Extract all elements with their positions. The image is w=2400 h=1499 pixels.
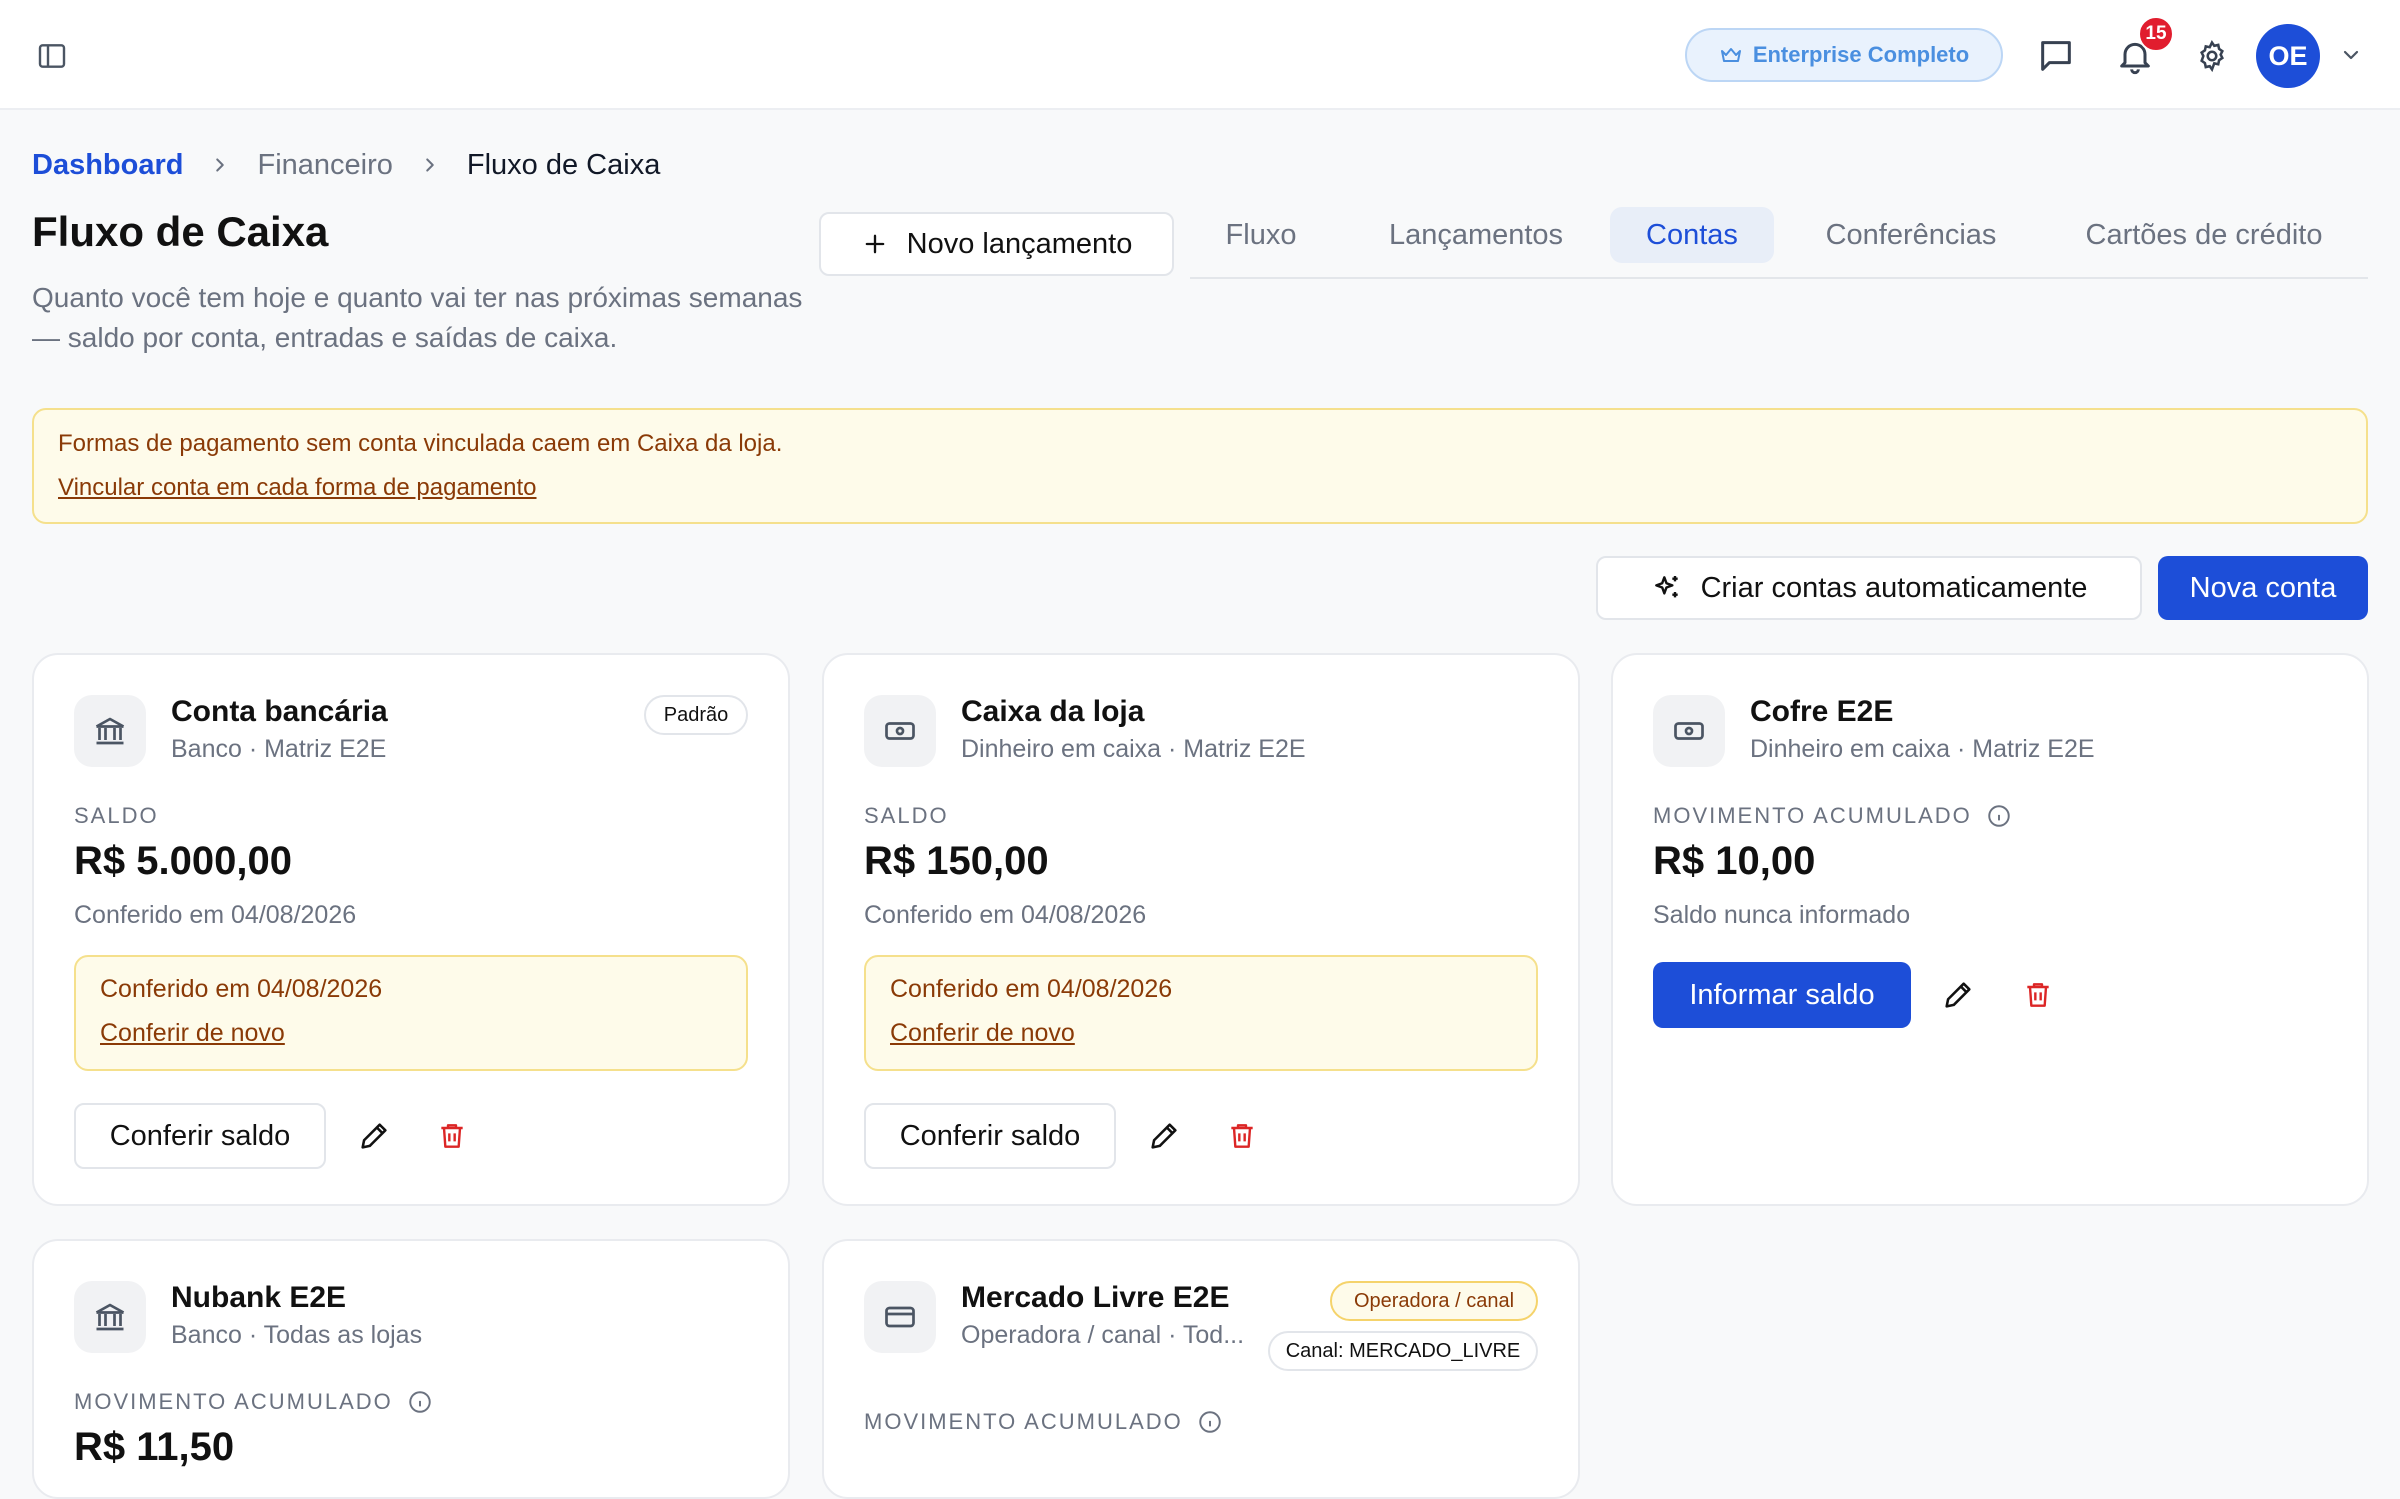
check-balance-button[interactable]: Conferir saldo: [864, 1103, 1116, 1169]
balance-amount: R$ 11,50: [74, 1425, 235, 1469]
breadcrumb-current: Fluxo de Caixa: [466, 148, 661, 181]
new-entry-label: Novo lançamento: [906, 227, 1133, 260]
plan-badge[interactable]: Enterprise Completo: [1685, 28, 2003, 82]
tab-conferencias[interactable]: Conferências: [1804, 207, 2018, 263]
confirmed-text: Conferido em 04/08/2026: [890, 975, 1173, 1003]
account-name: Caixa da loja: [961, 695, 1145, 728]
cash-icon: [1653, 695, 1725, 767]
tab-cartoes-de-credito[interactable]: Cartões de crédito: [2056, 207, 2352, 263]
balance-label: MOVIMENTO ACUMULADO: [864, 1409, 1223, 1435]
account-meta: Operadora / canal · Tod...: [961, 1321, 1245, 1349]
balance-label-text: MOVIMENTO ACUMULADO: [74, 1389, 393, 1414]
balance-amount: R$ 5.000,00: [74, 839, 292, 883]
plan-label: Enterprise Completo: [1752, 42, 1970, 67]
cash-icon: [864, 695, 936, 767]
recheck-link[interactable]: Conferir de novo: [100, 1019, 285, 1048]
bank-icon: [74, 1281, 146, 1353]
gear-icon[interactable]: [2192, 36, 2232, 76]
account-meta: Banco · Matriz E2E: [171, 735, 387, 763]
account-card-nubank-e2e: Nubank E2E Banco · Todas as lojas MOVIME…: [32, 1239, 790, 1499]
warning-alert: Formas de pagamento sem conta vinculada …: [32, 408, 2368, 524]
operator-badge: Operadora / canal: [1330, 1281, 1538, 1321]
account-card-cofre-e2e: Cofre E2E Dinheiro em caixa · Matriz E2E…: [1611, 653, 2369, 1206]
info-icon[interactable]: [1986, 803, 2012, 829]
default-badge: Padrão: [644, 695, 748, 735]
tab-bar: Fluxo Lançamentos Contas Conferências Ca…: [1190, 205, 2368, 279]
account-meta: Dinheiro em caixa · Matriz E2E: [1750, 735, 2095, 763]
account-card-caixa-da-loja: Caixa da loja Dinheiro em caixa · Matriz…: [822, 653, 1580, 1206]
recheck-link[interactable]: Conferir de novo: [890, 1019, 1075, 1048]
trash-icon[interactable]: [2016, 973, 2060, 1017]
top-bar: Enterprise Completo 15 OE: [0, 0, 2400, 110]
balance-label-text: SALDO: [74, 803, 159, 828]
breadcrumb-dashboard[interactable]: Dashboard: [32, 149, 183, 182]
info-icon[interactable]: [1197, 1409, 1223, 1435]
auto-create-accounts-button[interactable]: Criar contas automaticamente: [1596, 556, 2142, 620]
tab-contas[interactable]: Contas: [1610, 207, 1774, 263]
account-name: Cofre E2E: [1750, 695, 1894, 728]
chevron-right-icon: [209, 154, 231, 176]
confirmed-text: Conferido em 04/08/2026: [100, 975, 383, 1003]
account-meta: Dinheiro em caixa · Matriz E2E: [961, 735, 1306, 763]
new-account-button[interactable]: Nova conta: [2158, 556, 2368, 620]
plus-icon: [865, 234, 884, 254]
channel-badge: Canal: MERCADO_LIVRE: [1268, 1331, 1538, 1371]
breadcrumb: Dashboard Financeiro Fluxo de Caixa: [32, 145, 660, 185]
balance-note: Conferido em 04/08/2026: [864, 901, 1147, 929]
balance-amount: R$ 150,00: [864, 839, 1049, 883]
account-card-conta-bancaria: Conta bancária Banco · Matriz E2E Padrão…: [32, 653, 790, 1206]
breadcrumb-financeiro[interactable]: Financeiro: [257, 149, 392, 182]
trash-icon[interactable]: [430, 1114, 474, 1158]
check-balance-button[interactable]: Conferir saldo: [74, 1103, 326, 1169]
balance-note: Conferido em 04/08/2026: [74, 901, 357, 929]
confirmed-box: Conferido em 04/08/2026 Conferir de novo: [74, 955, 748, 1071]
balance-label: SALDO: [74, 803, 159, 829]
sidebar-toggle-icon[interactable]: [32, 36, 72, 76]
pencil-icon[interactable]: [352, 1114, 396, 1158]
chevron-down-icon[interactable]: [2336, 40, 2366, 70]
tab-lancamentos[interactable]: Lançamentos: [1352, 207, 1600, 263]
balance-label-text: MOVIMENTO ACUMULADO: [864, 1409, 1183, 1434]
page-subtitle: Quanto você tem hoje e quanto vai ter na…: [32, 282, 803, 353]
confirmed-box: Conferido em 04/08/2026 Conferir de novo: [864, 955, 1538, 1071]
info-icon[interactable]: [407, 1389, 433, 1415]
new-entry-button[interactable]: Novo lançamento: [819, 212, 1174, 276]
pencil-icon[interactable]: [1142, 1114, 1186, 1158]
link-payment-account-link[interactable]: Vincular conta em cada forma de pagament…: [58, 474, 537, 502]
card-icon: [864, 1281, 936, 1353]
crown-icon: [1720, 48, 1741, 62]
trash-icon[interactable]: [1220, 1114, 1264, 1158]
account-meta: Banco · Todas as lojas: [171, 1321, 423, 1349]
page-title: Fluxo de Caixa: [32, 208, 329, 255]
auto-create-label: Criar contas automaticamente: [1700, 571, 2088, 604]
chat-icon[interactable]: [2034, 34, 2078, 78]
account-name: Conta bancária: [171, 695, 388, 728]
account-name: Nubank E2E: [171, 1281, 347, 1314]
alert-message: Formas de pagamento sem conta vinculada …: [58, 430, 783, 457]
pencil-icon[interactable]: [1936, 973, 1980, 1017]
balance-label: MOVIMENTO ACUMULADO: [74, 1389, 433, 1415]
balance-label: SALDO: [864, 803, 949, 829]
inform-balance-button[interactable]: Informar saldo: [1653, 962, 1911, 1028]
chevron-right-icon: [419, 154, 441, 176]
balance-label-text: MOVIMENTO ACUMULADO: [1653, 803, 1972, 828]
tab-fluxo[interactable]: Fluxo: [1190, 207, 1332, 263]
bank-icon: [74, 695, 146, 767]
sparkles-icon: [1654, 576, 1678, 598]
avatar[interactable]: OE: [2256, 24, 2320, 88]
account-card-mercado-livre-e2e: Mercado Livre E2E Operadora / canal · To…: [822, 1239, 1580, 1499]
balance-note: Saldo nunca informado: [1653, 901, 1911, 929]
balance-label: MOVIMENTO ACUMULADO: [1653, 803, 2012, 829]
balance-amount: R$ 10,00: [1653, 839, 1816, 883]
balance-label-text: SALDO: [864, 803, 949, 828]
account-name: Mercado Livre E2E: [961, 1281, 1230, 1314]
notification-badge: 15: [2138, 16, 2174, 52]
